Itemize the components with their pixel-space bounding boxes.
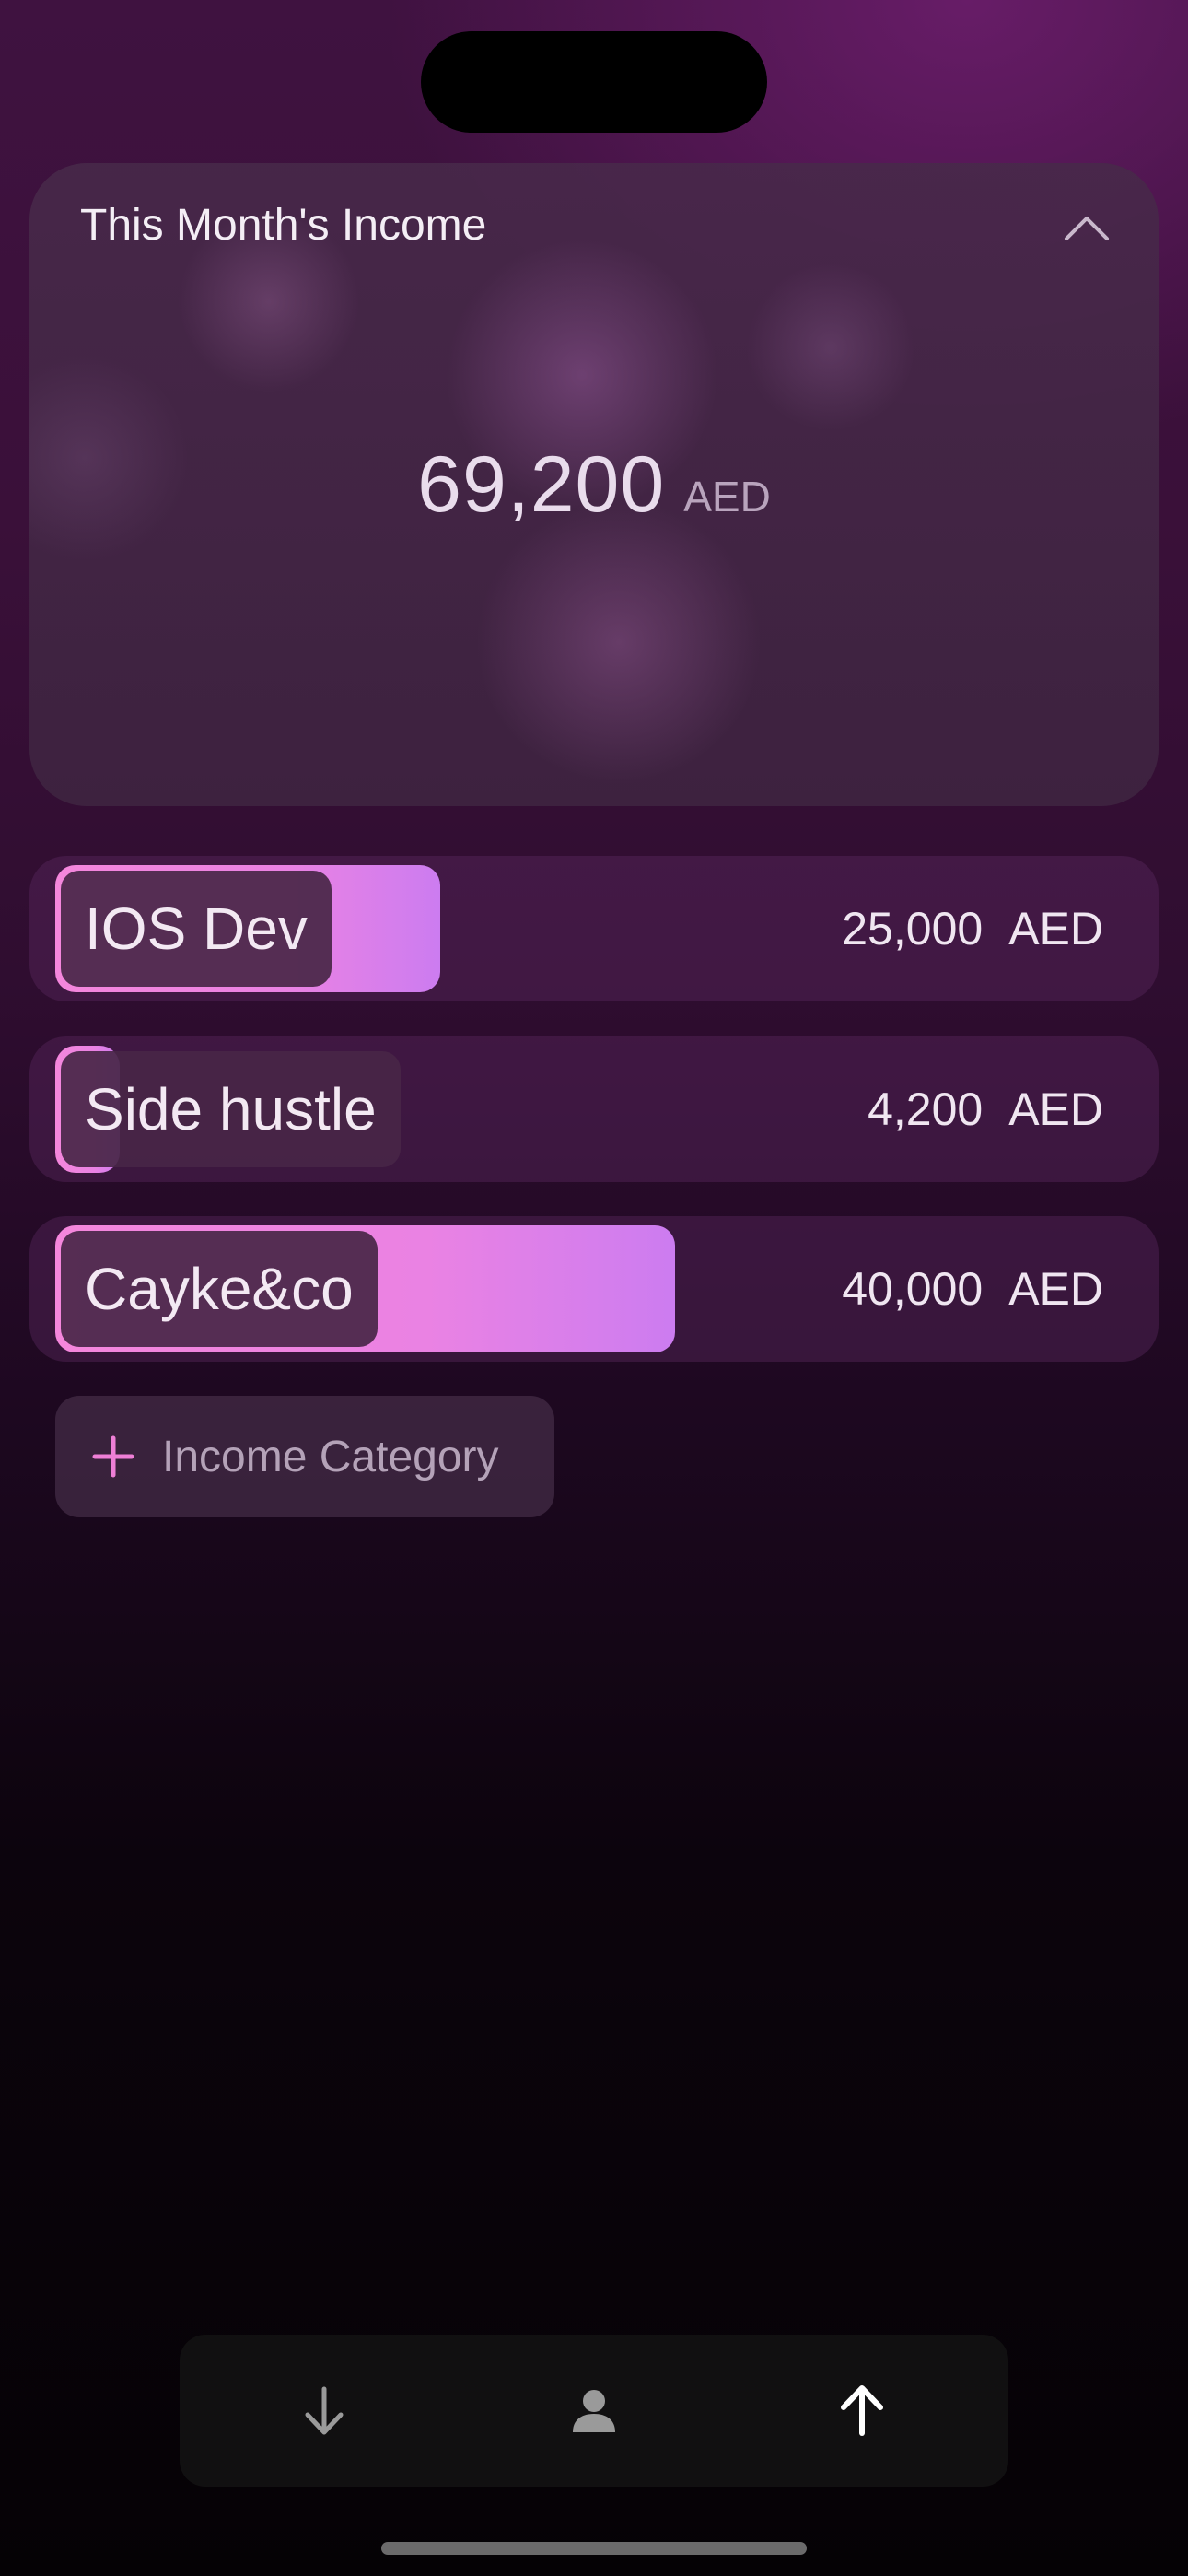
- category-currency: AED: [1008, 1083, 1103, 1135]
- income-card-title: This Month's Income: [80, 201, 487, 250]
- arrow-down-icon: [305, 2386, 344, 2434]
- income-category-row-cayke-co[interactable]: Cayke&co 40,000 AED: [29, 1216, 1159, 1362]
- category-amount: 40,000 AED: [842, 1216, 1103, 1362]
- category-name: IOS Dev: [61, 871, 332, 987]
- tab-income[interactable]: [807, 2335, 917, 2487]
- income-category-row-side-hustle[interactable]: Side hustle 4,200 AED: [29, 1036, 1159, 1182]
- collapse-button[interactable]: [1059, 200, 1114, 255]
- income-category-row-ios-dev[interactable]: IOS Dev 25,000 AED: [29, 856, 1159, 1001]
- category-currency: AED: [1008, 903, 1103, 954]
- category-amount-value: 40,000: [842, 1263, 984, 1315]
- category-currency: AED: [1008, 1263, 1103, 1315]
- person-icon: [573, 2389, 615, 2432]
- total-amount: 69,200: [417, 440, 666, 529]
- category-amount: 4,200 AED: [868, 1036, 1103, 1182]
- home-indicator[interactable]: [381, 2542, 807, 2555]
- tab-expenses[interactable]: [269, 2335, 379, 2487]
- total-income: 69,200 AED: [29, 439, 1159, 531]
- tab-bar: [180, 2335, 1008, 2487]
- dynamic-island: [421, 31, 767, 133]
- total-currency: AED: [683, 473, 771, 521]
- plus-icon: [92, 1435, 134, 1478]
- category-name: Cayke&co: [61, 1231, 378, 1347]
- category-name: Side hustle: [61, 1051, 401, 1167]
- add-category-label: Income Category: [162, 1432, 499, 1481]
- tab-profile[interactable]: [539, 2335, 649, 2487]
- chevron-up-icon: [1065, 217, 1109, 240]
- add-income-category-button[interactable]: Income Category: [55, 1396, 554, 1517]
- category-amount-value: 25,000: [842, 903, 984, 954]
- arrow-up-icon: [841, 2384, 883, 2436]
- category-amount-value: 4,200: [868, 1083, 984, 1135]
- category-amount: 25,000 AED: [842, 856, 1103, 1001]
- income-summary-card: This Month's Income 69,200 AED: [29, 163, 1159, 806]
